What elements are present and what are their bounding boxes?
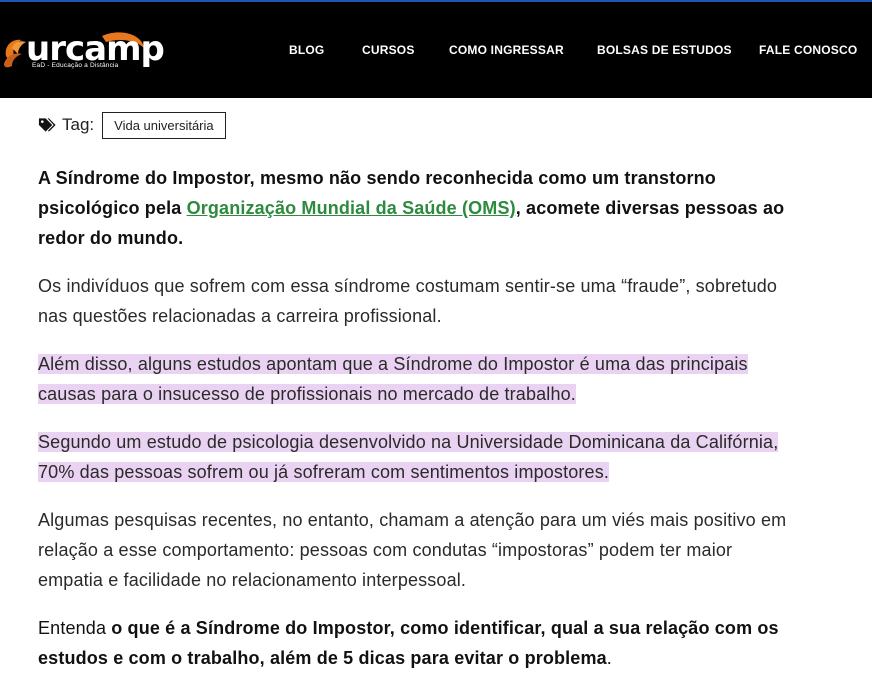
nav-item-como-ingressar[interactable]: COMO INGRESSAR	[449, 43, 564, 57]
paragraph-pesquisas: Algumas pesquisas recentes, no entanto, …	[38, 510, 787, 590]
entenda-bold: o que é a Síndrome do Impostor, como ide…	[38, 618, 779, 668]
site-header: urcamp EaD - Educação a Distância BLOG C…	[0, 0, 872, 98]
main-nav: BLOG CURSOS COMO INGRESSAR BOLSAS DE EST…	[0, 43, 872, 59]
oms-link[interactable]: Organização Mundial da Saúde (OMS)	[187, 198, 516, 218]
tag-label: Tag:	[62, 115, 95, 134]
paragraph-entenda: Entenda o que é a Síndrome do Impostor, …	[38, 613, 798, 673]
paragraph-insucesso: Além disso, alguns estudos apontam que a…	[38, 349, 798, 409]
tag-row: Tag: Vida universitária	[38, 110, 818, 140]
tag-chip-vida-universitaria[interactable]: Vida universitária	[102, 111, 226, 139]
logo-subtitle: EaD - Educação a Distância	[32, 62, 119, 69]
nav-item-blog[interactable]: BLOG	[289, 43, 324, 57]
nav-item-cursos[interactable]: CURSOS	[362, 43, 415, 57]
nav-item-bolsas-de-estudos[interactable]: BOLSAS DE ESTUDOS	[597, 43, 732, 57]
entenda-prefix: Entenda	[38, 618, 112, 638]
entenda-suffix: .	[606, 648, 612, 668]
paragraph-fraude: Os indivíduos que sofrem com essa síndro…	[38, 276, 778, 326]
highlighted-text: Segundo um estudo de psicologia desenvol…	[38, 432, 779, 482]
nav-item-fale-conosco[interactable]: FALE CONOSCO	[759, 43, 857, 57]
tags-icon	[38, 118, 56, 132]
intro-paragraph: A Síndrome do Impostor, mesmo não sendo …	[38, 163, 818, 253]
highlighted-text: Além disso, alguns estudos apontam que a…	[38, 354, 748, 404]
paragraph-estudo: Segundo um estudo de psicologia desenvol…	[38, 427, 798, 487]
article-content: Tag: Vida universitária A Síndrome do Im…	[38, 110, 818, 668]
